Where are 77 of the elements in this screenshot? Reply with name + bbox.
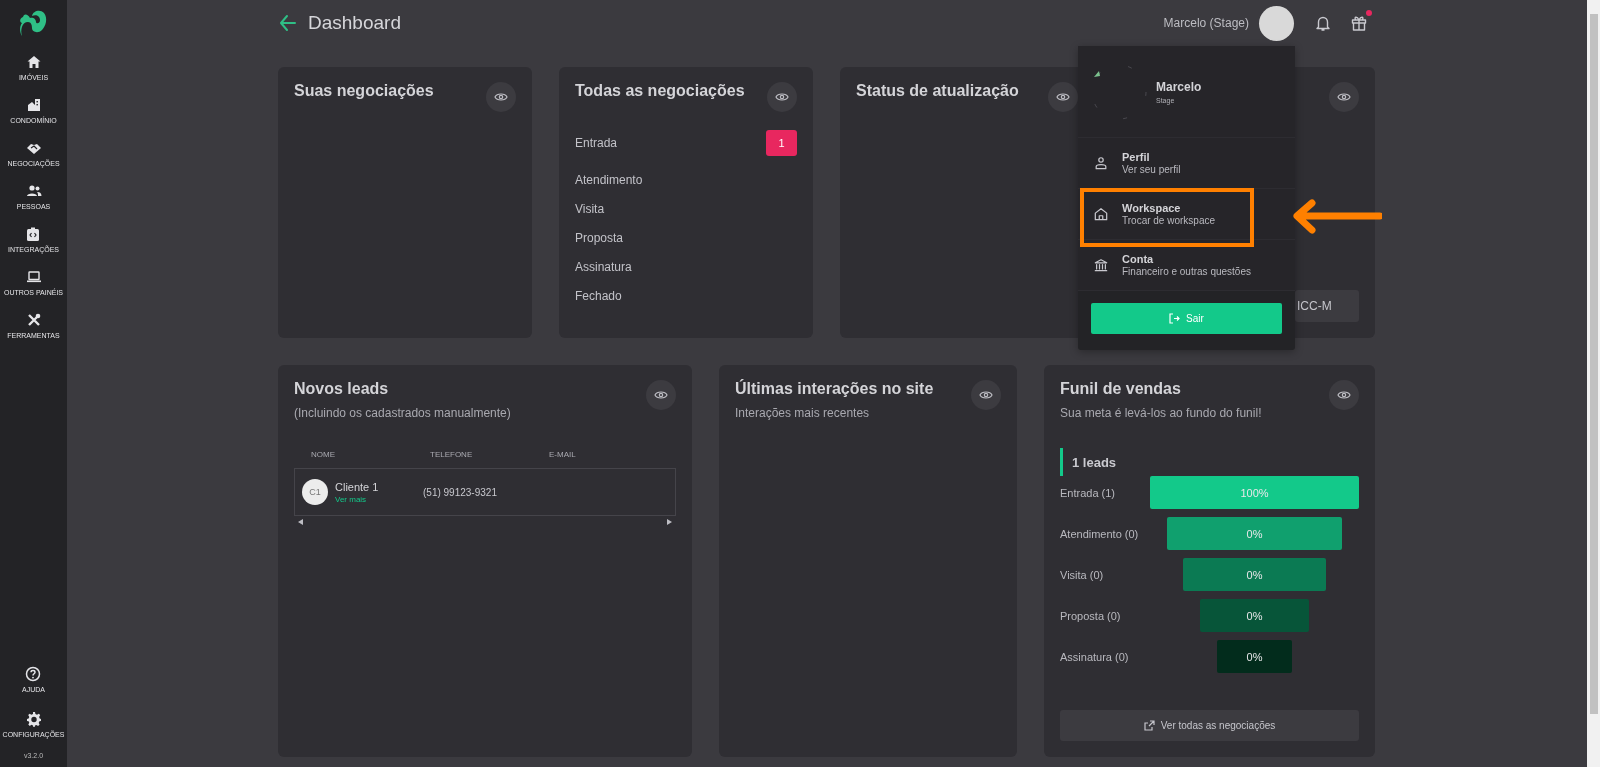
menu-item[interactable]: Perfil Ver seu perfil: [1078, 137, 1295, 188]
page-title: Dashboard: [308, 12, 401, 34]
stage-label: Visita (0): [1060, 568, 1105, 581]
visibility-toggle-button[interactable]: [767, 82, 797, 112]
stage-label: Entrada (1): [1060, 486, 1117, 499]
visibility-toggle-button[interactable]: [1048, 82, 1078, 112]
card-title: Funil de vendas: [1060, 380, 1181, 398]
scroll-right-icon[interactable]: [667, 519, 672, 525]
user-avatar[interactable]: [1259, 5, 1294, 41]
funnel-bar: 0%: [1183, 558, 1326, 591]
back-arrow-icon[interactable]: [278, 13, 298, 33]
help-icon: [25, 666, 42, 682]
settings-icon: [25, 711, 42, 727]
house-icon: [1094, 207, 1108, 221]
menu-user-name: Marcelo: [1156, 79, 1202, 94]
bell-icon[interactable]: [1314, 14, 1332, 32]
eye-icon: [979, 388, 993, 402]
eye-icon: [654, 388, 668, 402]
visibility-toggle-button[interactable]: [646, 380, 676, 410]
visibility-toggle-button[interactable]: [1329, 82, 1359, 112]
visibility-toggle-button[interactable]: [1329, 380, 1359, 410]
tools-icon: [25, 312, 42, 328]
scroll-left-icon[interactable]: [298, 519, 303, 525]
arrow-icon: [1292, 199, 1382, 235]
phone-number: (51) 99123-9321: [423, 486, 497, 498]
card-subtitle: Sua meta é levá-los ao fundo do funil!: [1060, 406, 1262, 420]
card-subtitle: Interações mais recentes: [735, 406, 870, 420]
menu-item[interactable]: Conta Financeiro e outras questões: [1078, 239, 1295, 290]
funnel-bar: 100%: [1150, 476, 1359, 509]
laptop-icon: [25, 269, 42, 285]
column-header: TELEFONE: [430, 450, 474, 459]
table-row[interactable]: C1 Cliente 1 Ver mais (51) 99123-9321: [294, 468, 676, 516]
eye-icon: [494, 90, 508, 104]
card-title: Todas as negociações: [575, 82, 745, 100]
stage-label: Proposta: [575, 231, 624, 245]
external-link-icon: [1143, 720, 1155, 731]
stage-label: Atendimento: [575, 173, 643, 187]
card-title: Suas negociações: [294, 82, 434, 100]
stage-label: Fechado: [575, 289, 622, 303]
funnel-bar: 0%: [1216, 640, 1293, 673]
column-header: NOME: [311, 450, 336, 459]
see-more-link[interactable]: Ver mais: [335, 494, 423, 504]
icc-button[interactable]: ICC-M: [1295, 290, 1359, 322]
stage-label: Proposta (0): [1060, 609, 1122, 622]
eye-icon: [1337, 90, 1351, 104]
people-icon: [25, 183, 42, 199]
card-title: Últimas interações no site: [735, 380, 934, 398]
initials-avatar: C1: [302, 479, 328, 505]
funnel-bar: 0%: [1166, 517, 1343, 550]
bank-icon: [1094, 258, 1108, 272]
eye-icon: [1337, 388, 1351, 402]
stage-label: Assinatura: [575, 260, 632, 274]
stage-label: Assinatura (0): [1060, 650, 1130, 663]
scrollbar[interactable]: [1587, 0, 1600, 767]
stage-label: Visita: [575, 202, 605, 216]
home-icon: [25, 54, 42, 70]
column-header: E-MAIL: [549, 450, 577, 459]
person-icon: [1094, 156, 1108, 170]
user-name: Marcelo (Stage): [1163, 16, 1249, 30]
view-all-button[interactable]: Ver todas as negociações: [1060, 710, 1359, 741]
stage-label: Entrada: [575, 136, 618, 150]
eye-icon: [775, 90, 789, 104]
building-icon: [25, 97, 42, 113]
client-name: Cliente 1: [335, 480, 380, 493]
gift-icon[interactable]: [1350, 14, 1368, 32]
card-subtitle: (Incluindo os cadastrados manualmente): [294, 406, 511, 420]
visibility-toggle-button[interactable]: [971, 380, 1001, 410]
logout-icon: [1169, 313, 1181, 324]
count-badge: 1: [766, 130, 797, 156]
card-title: Novos leads: [294, 380, 389, 398]
menu-item[interactable]: Workspace Trocar de workspace: [1078, 188, 1295, 239]
stage-label: Atendimento (0): [1060, 527, 1140, 540]
card-title: Status de atualização: [856, 82, 1019, 100]
funnel-bar: 0%: [1200, 599, 1309, 632]
eye-icon: [1056, 90, 1070, 104]
code-icon: [25, 226, 42, 242]
visibility-toggle-button[interactable]: [486, 82, 516, 112]
